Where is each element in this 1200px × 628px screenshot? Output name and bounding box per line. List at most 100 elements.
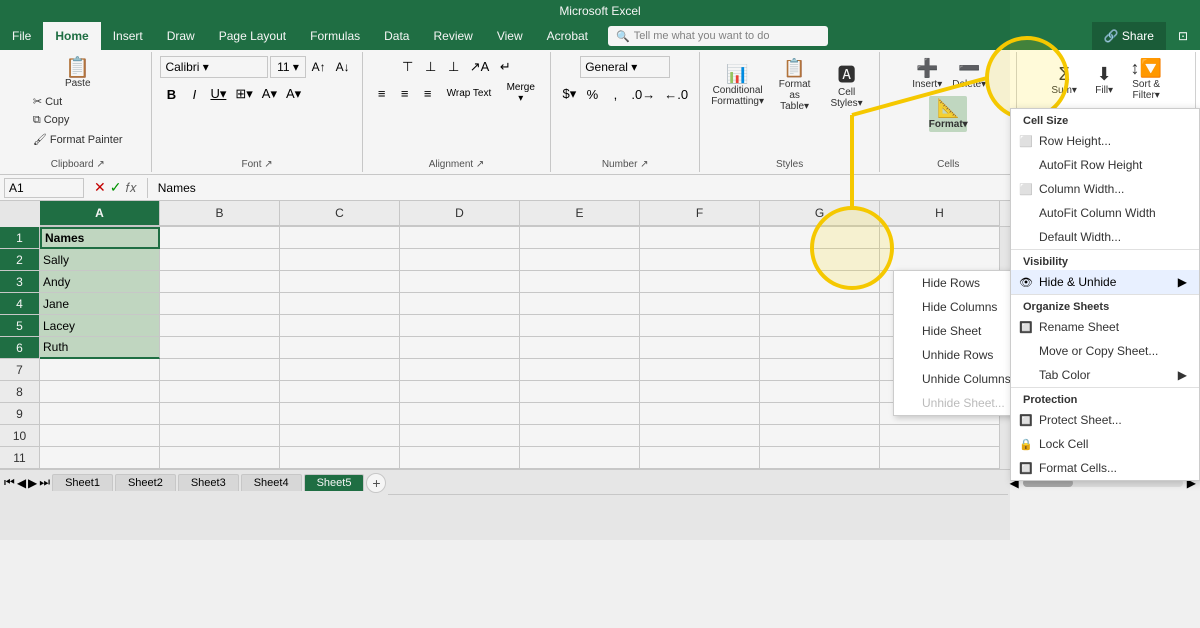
cell-E9[interactable] — [520, 403, 640, 425]
cell-C7[interactable] — [280, 359, 400, 381]
cell-C1[interactable] — [280, 227, 400, 249]
row-header-3[interactable]: 3 — [0, 271, 39, 293]
tab-data[interactable]: Data — [372, 22, 421, 50]
cell-B3[interactable] — [160, 271, 280, 293]
decrease-decimal-button[interactable]: ←.0 — [660, 83, 692, 105]
cell-G5[interactable] — [760, 315, 880, 337]
hide-unhide-item[interactable]: 👁 Hide & Unhide ▶ — [1011, 270, 1199, 294]
default-width-item[interactable]: Default Width... — [1011, 225, 1199, 249]
cell-B9[interactable] — [160, 403, 280, 425]
cell-F4[interactable] — [640, 293, 760, 315]
paste-button[interactable]: 📋 Paste — [61, 56, 95, 91]
cell-F7[interactable] — [640, 359, 760, 381]
cell-G6[interactable] — [760, 337, 880, 359]
cell-C6[interactable] — [280, 337, 400, 359]
fill-color-button[interactable]: A▾ — [258, 83, 281, 105]
lock-cell-item[interactable]: 🔒 Lock Cell — [1011, 432, 1199, 456]
rename-sheet-item[interactable]: 🔲 Rename Sheet — [1011, 315, 1199, 339]
cell-F11[interactable] — [640, 447, 760, 469]
cell-B5[interactable] — [160, 315, 280, 337]
cell-B2[interactable] — [160, 249, 280, 271]
cell-G7[interactable] — [760, 359, 880, 381]
cell-A11[interactable] — [40, 447, 160, 469]
row-header-7[interactable]: 7 — [0, 359, 39, 381]
sheet-tab-sheet2[interactable]: Sheet2 — [115, 474, 176, 491]
tab-home[interactable]: Home — [43, 22, 100, 50]
cell-F5[interactable] — [640, 315, 760, 337]
row-header-9[interactable]: 9 — [0, 403, 39, 425]
cell-B11[interactable] — [160, 447, 280, 469]
row-header-2[interactable]: 2 — [0, 249, 39, 271]
cell-E2[interactable] — [520, 249, 640, 271]
cell-D2[interactable] — [400, 249, 520, 271]
number-format-selector[interactable]: General ▾ — [580, 56, 670, 78]
cell-G11[interactable] — [760, 447, 880, 469]
prev-sheet-icon[interactable]: ◀ — [17, 476, 26, 490]
cell-B10[interactable] — [160, 425, 280, 447]
conditional-formatting-button[interactable]: 📊 Conditional Formatting▾ — [710, 62, 766, 109]
cell-D7[interactable] — [400, 359, 520, 381]
move-copy-sheet-item[interactable]: Move or Copy Sheet... — [1011, 339, 1199, 363]
align-right-button[interactable]: ≡ — [417, 82, 439, 104]
col-header-H[interactable]: H — [880, 201, 1000, 226]
cell-D9[interactable] — [400, 403, 520, 425]
tab-draw[interactable]: Draw — [155, 22, 207, 50]
col-header-D[interactable]: D — [400, 201, 520, 226]
increase-font-button[interactable]: A↑ — [308, 56, 330, 78]
first-sheet-icon[interactable]: ⏮ — [4, 475, 15, 490]
delete-cells-button[interactable]: ➖ Delete▾ — [950, 56, 988, 92]
cell-D10[interactable] — [400, 425, 520, 447]
cell-G3[interactable] — [760, 271, 880, 293]
cell-C4[interactable] — [280, 293, 400, 315]
format-cells-item[interactable]: 🔲 Format Cells... — [1011, 456, 1199, 480]
cell-G1[interactable] — [760, 227, 880, 249]
col-header-B[interactable]: B — [160, 201, 280, 226]
cell-G4[interactable] — [760, 293, 880, 315]
cell-G10[interactable] — [760, 425, 880, 447]
insert-function-icon[interactable]: 𝑓𝑥 — [125, 180, 136, 196]
cell-A1[interactable]: Names — [40, 227, 160, 249]
cell-B8[interactable] — [160, 381, 280, 403]
cell-E3[interactable] — [520, 271, 640, 293]
align-top-button[interactable]: ⊤ — [397, 56, 419, 78]
cell-F6[interactable] — [640, 337, 760, 359]
cell-H2[interactable] — [880, 249, 1000, 271]
tab-formulas[interactable]: Formulas — [298, 22, 372, 50]
name-box[interactable]: A1 — [4, 178, 84, 198]
cell-E1[interactable] — [520, 227, 640, 249]
col-header-A[interactable]: A — [40, 201, 160, 226]
wrap-text-button[interactable]: Wrap Text — [440, 82, 499, 104]
cell-C5[interactable] — [280, 315, 400, 337]
cell-E7[interactable] — [520, 359, 640, 381]
col-header-F[interactable]: F — [640, 201, 760, 226]
cell-F9[interactable] — [640, 403, 760, 425]
fill-button[interactable]: ⬇ Fill▾ — [1086, 62, 1122, 98]
cell-A6[interactable]: Ruth — [40, 337, 160, 359]
confirm-formula-icon[interactable]: ✓ — [110, 179, 122, 196]
cell-A7[interactable] — [40, 359, 160, 381]
font-size-selector[interactable]: 11 ▾ — [270, 56, 305, 78]
autofit-column-width-item[interactable]: AutoFit Column Width — [1011, 201, 1199, 225]
tab-acrobat[interactable]: Acrobat — [535, 22, 600, 50]
sheet-tab-sheet1[interactable]: Sheet1 — [52, 474, 113, 491]
row-height-item[interactable]: ⬜ Row Height... — [1011, 129, 1199, 153]
cell-D8[interactable] — [400, 381, 520, 403]
cell-F8[interactable] — [640, 381, 760, 403]
format-as-table-button[interactable]: 📋 Format as Table▾ — [770, 56, 820, 114]
sort-filter-button[interactable]: ↕🔽 Sort & Filter▾ — [1126, 56, 1166, 103]
cell-F3[interactable] — [640, 271, 760, 293]
col-header-G[interactable]: G — [760, 201, 880, 226]
cell-E11[interactable] — [520, 447, 640, 469]
row-header-1[interactable]: 1 — [0, 227, 39, 249]
orient-button[interactable]: ↗A — [466, 56, 494, 78]
cell-D5[interactable] — [400, 315, 520, 337]
row-header-4[interactable]: 4 — [0, 293, 39, 315]
search-bar[interactable]: 🔍 Tell me what you want to do — [608, 26, 828, 46]
cell-E4[interactable] — [520, 293, 640, 315]
cell-E10[interactable] — [520, 425, 640, 447]
col-header-E[interactable]: E — [520, 201, 640, 226]
tab-color-item[interactable]: Tab Color ▶ — [1011, 363, 1199, 387]
cell-D6[interactable] — [400, 337, 520, 359]
autosum-button[interactable]: Σ Sum▾ — [1046, 62, 1082, 98]
copy-button[interactable]: ⧉ Copy — [29, 112, 127, 129]
